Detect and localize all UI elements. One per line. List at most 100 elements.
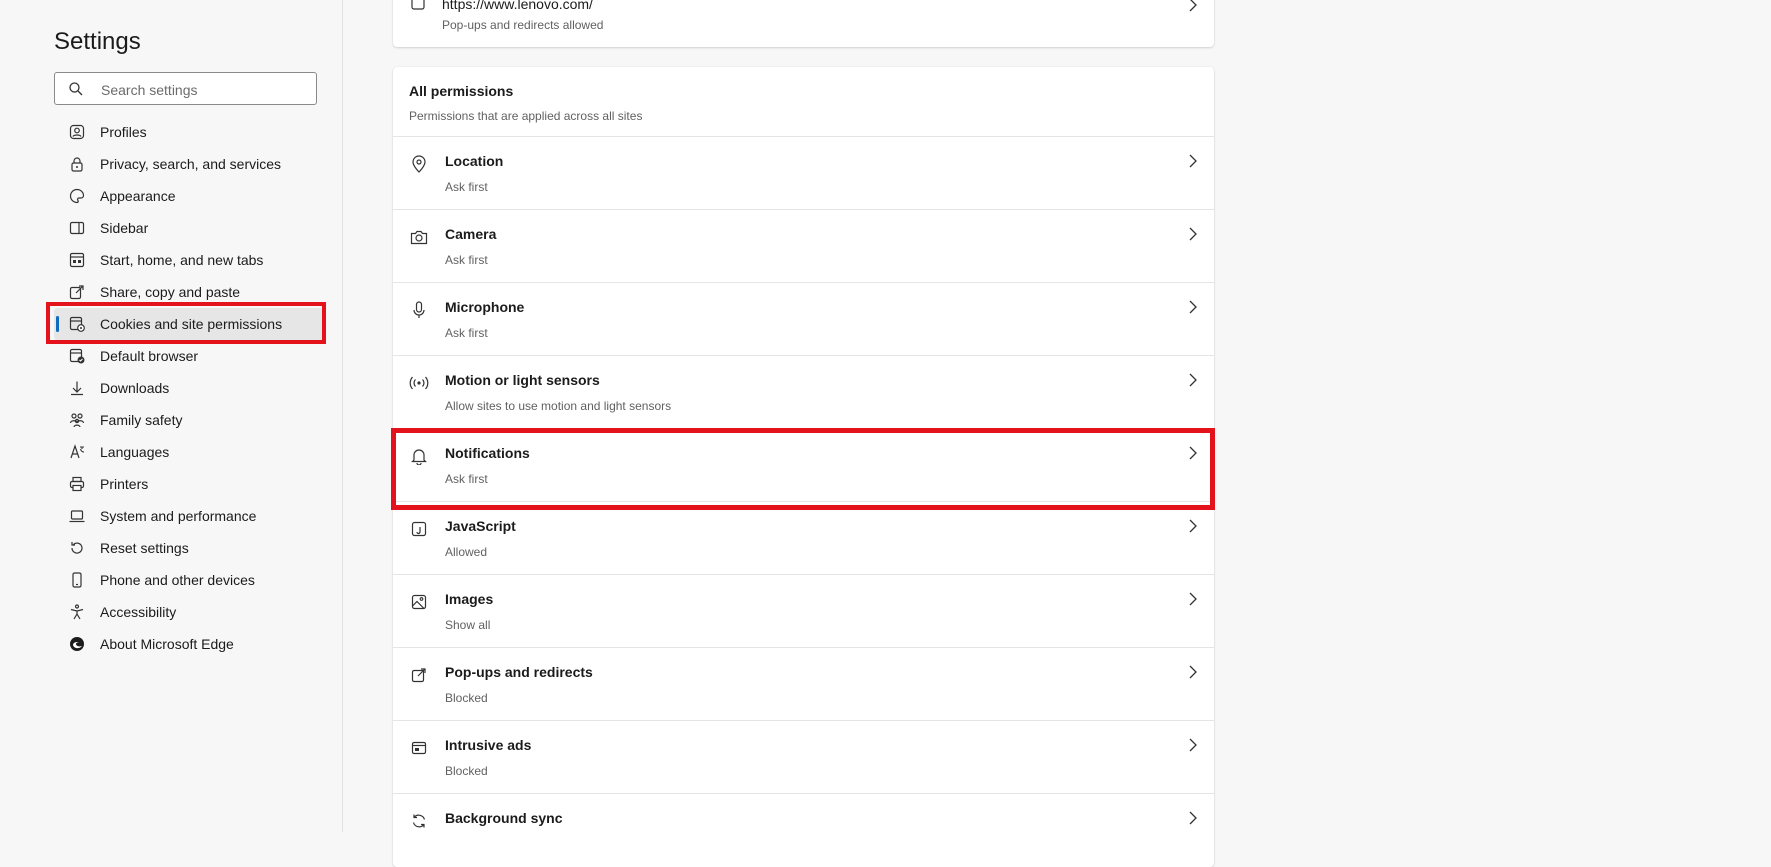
chevron-right-icon [1188, 811, 1198, 830]
bell-icon [409, 446, 429, 466]
sidebar-item-profiles[interactable]: Profiles [54, 116, 324, 148]
permission-row-microphone[interactable]: Microphone Ask first [393, 282, 1214, 355]
permission-status: Allow sites to use motion and light sens… [445, 399, 672, 413]
permission-title: Background sync [445, 810, 563, 826]
permission-row-intrusive-ads[interactable]: Intrusive ads Blocked [393, 720, 1214, 793]
permission-row-images[interactable]: Images Show all [393, 574, 1214, 647]
permission-title: Intrusive ads [445, 737, 532, 753]
sidebar-item-label: Family safety [100, 412, 183, 428]
sidebar-item-share[interactable]: Share, copy and paste [54, 276, 324, 308]
sidebar-item-label: System and performance [100, 508, 257, 524]
permission-status: Blocked [445, 764, 488, 778]
sidebar-item-cookies[interactable]: Cookies and site permissions [54, 308, 324, 340]
sidebar-item-label: Accessibility [100, 604, 177, 620]
laptop-icon [68, 507, 86, 525]
palette-icon [68, 187, 86, 205]
sidebar-item-downloads[interactable]: Downloads [54, 372, 324, 404]
sidebar-item-privacy[interactable]: Privacy, search, and services [54, 148, 324, 180]
all-permissions-card: All permissions Permissions that are app… [393, 67, 1214, 867]
chevron-right-icon [1188, 738, 1198, 757]
sidebar-item-label: Phone and other devices [100, 572, 255, 588]
permission-row-camera[interactable]: Camera Ask first [393, 209, 1214, 282]
permission-title: Microphone [445, 299, 525, 315]
site-status: Pop-ups and redirects allowed [442, 18, 604, 32]
permission-row-motion-sensors[interactable]: Motion or light sensors Allow sites to u… [393, 355, 1214, 428]
sidebar-item-label: Privacy, search, and services [100, 156, 282, 172]
permission-row-popups[interactable]: Pop-ups and redirects Blocked [393, 647, 1214, 720]
sidebar-item-label: Profiles [100, 124, 147, 140]
chevron-right-icon [1188, 227, 1198, 246]
permission-title: Motion or light sensors [445, 372, 600, 388]
edge-logo-icon [68, 635, 86, 653]
permission-row-location[interactable]: Location Ask first [393, 136, 1214, 209]
sidebar-nav: Profiles Privacy, search, and services A… [54, 116, 324, 660]
sidebar-item-about[interactable]: About Microsoft Edge [54, 628, 324, 660]
sidebar-item-label: Cookies and site permissions [100, 316, 283, 332]
chevron-right-icon [1188, 0, 1198, 17]
search-input[interactable] [99, 73, 313, 106]
permission-row-notifications[interactable]: Notifications Ask first [393, 428, 1214, 501]
javascript-icon [409, 519, 429, 539]
sidebar-item-system[interactable]: System and performance [54, 500, 324, 532]
permissions-header: All permissions Permissions that are app… [409, 83, 642, 123]
sidebar-item-label: Appearance [100, 188, 176, 204]
permissions-subtitle: Permissions that are applied across all … [409, 109, 643, 123]
sidebar-item-family[interactable]: Family safety [54, 404, 324, 436]
cookies-icon [68, 315, 86, 333]
chevron-right-icon [1188, 373, 1198, 392]
share-icon [68, 283, 86, 301]
sidebar-item-label: Start, home, and new tabs [100, 252, 264, 268]
site-card[interactable]: https://www.lenovo.com/ Pop-ups and redi… [393, 0, 1214, 47]
chevron-right-icon [1188, 446, 1198, 465]
chevron-right-icon [1188, 519, 1198, 538]
sidebar-item-label: Default browser [100, 348, 199, 364]
sidebar-item-start-home[interactable]: Start, home, and new tabs [54, 244, 324, 276]
sidebar-item-languages[interactable]: Languages [54, 436, 324, 468]
camera-icon [409, 227, 429, 247]
search-box[interactable] [54, 72, 317, 106]
profile-icon [68, 123, 86, 141]
sidebar-item-default-browser[interactable]: Default browser [54, 340, 324, 372]
settings-sidebar: Settings Profiles Privacy, search, and s… [0, 0, 343, 832]
sidebar-item-printers[interactable]: Printers [54, 468, 324, 500]
sidebar-item-appearance[interactable]: Appearance [54, 180, 324, 212]
permission-status: Ask first [445, 253, 488, 267]
sidebar-icon [68, 219, 86, 237]
sidebar-item-reset[interactable]: Reset settings [54, 532, 324, 564]
permission-status: Ask first [445, 326, 488, 340]
default-browser-icon [68, 347, 86, 365]
sidebar-item-label: About Microsoft Edge [100, 636, 234, 652]
family-icon [68, 411, 86, 429]
search-icon [69, 82, 83, 96]
permission-title: Location [445, 153, 504, 169]
permission-title: Pop-ups and redirects [445, 664, 593, 680]
sidebar-item-sidebar[interactable]: Sidebar [54, 212, 324, 244]
lock-icon [68, 155, 86, 173]
permissions-title: All permissions [409, 83, 514, 99]
sidebar-item-label: Share, copy and paste [100, 284, 241, 300]
chevron-right-icon [1188, 592, 1198, 611]
permission-status: Ask first [445, 180, 488, 194]
permission-status: Allowed [445, 545, 488, 559]
sidebar-item-phone[interactable]: Phone and other devices [54, 564, 324, 596]
languages-icon [68, 443, 86, 461]
permission-row-javascript[interactable]: JavaScript Allowed [393, 501, 1214, 574]
image-icon [409, 592, 429, 612]
phone-icon [68, 571, 86, 589]
permission-title: Notifications [445, 445, 530, 461]
permission-title: JavaScript [445, 518, 516, 534]
sidebar-item-label: Printers [100, 476, 149, 492]
sidebar-item-accessibility[interactable]: Accessibility [54, 596, 324, 628]
permission-status: Ask first [445, 472, 488, 486]
permission-row-background-sync[interactable]: Background sync [393, 793, 1214, 866]
chevron-right-icon [1188, 154, 1198, 173]
reset-icon [68, 539, 86, 557]
sync-icon [409, 811, 429, 831]
printer-icon [68, 475, 86, 493]
sidebar-item-label: Languages [100, 444, 170, 460]
microphone-icon [409, 300, 429, 320]
chevron-right-icon [1188, 300, 1198, 319]
permission-status: Blocked [445, 691, 488, 705]
download-icon [68, 379, 86, 397]
location-icon [409, 154, 429, 174]
